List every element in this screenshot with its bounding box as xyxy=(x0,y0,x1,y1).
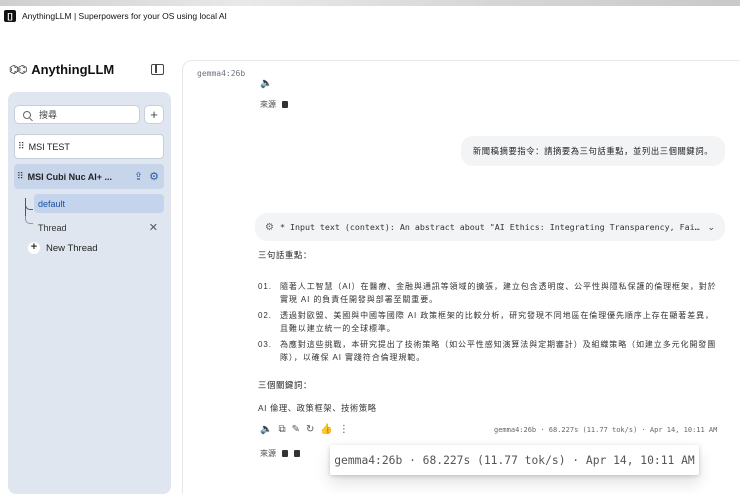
search-placeholder: 搜尋 xyxy=(39,110,58,120)
gear-icon[interactable]: ⚙ xyxy=(149,170,159,183)
tree-connector xyxy=(25,202,33,210)
workspace-label: MSI Cubi Nuc AI+ ... xyxy=(27,171,113,182)
chevron-down-icon[interactable]: ⌄ xyxy=(707,222,715,233)
speaker-icon[interactable]: 🔈 xyxy=(260,424,272,435)
new-thread-button[interactable]: + New Thread xyxy=(28,242,98,254)
sources-button[interactable]: 來源 xyxy=(260,448,300,459)
copy-icon[interactable]: ⧉ xyxy=(278,424,285,435)
thinking-toggle[interactable]: ⚙ * Input text (context): An abstract ab… xyxy=(255,213,725,241)
tree-connector xyxy=(25,216,33,224)
tooltip-text: gemma4:26b · 68.227s (11.77 tok/s) · Apr… xyxy=(334,453,695,467)
upload-icon[interactable]: ⇪ xyxy=(134,170,143,183)
list-number: 03. xyxy=(258,340,272,349)
workspace-label: MSI TEST xyxy=(28,141,70,152)
sidebar: ⌬⌬ AnythingLLM 搜尋 + ⠿ MSI TEST ⠿ MSI Cub… xyxy=(0,44,180,494)
meta-tooltip: gemma4:26b · 68.227s (11.77 tok/s) · Apr… xyxy=(330,445,699,475)
keywords-text: AI 倫理、政策框架、技術策略 xyxy=(258,403,377,413)
plus-icon: + xyxy=(28,242,40,254)
model-tag: gemma4:26b xyxy=(197,69,246,78)
logo-icon: ⌬⌬ xyxy=(9,64,27,76)
logo-text: AnythingLLM xyxy=(31,62,115,77)
message-actions: 🔈 ⧉ ✎ ↻ 👍 ⋮ xyxy=(260,424,355,435)
logo: ⌬⌬ AnythingLLM xyxy=(9,62,114,77)
document-icon xyxy=(282,101,288,108)
speaker-icon[interactable]: 🔈 xyxy=(260,78,272,89)
workspace-panel: 搜尋 + ⠿ MSI TEST ⠿ MSI Cubi Nuc AI+ ... ⇪… xyxy=(8,92,171,494)
response-meta: gemma4:26b · 68.227s (11.77 tok/s) · Apr… xyxy=(494,426,718,434)
regenerate-icon[interactable]: ↻ xyxy=(306,424,314,435)
summary-heading: 三句話重點： xyxy=(258,250,312,260)
thumbs-up-icon[interactable]: 👍 xyxy=(320,424,332,435)
search-icon xyxy=(23,110,31,119)
title-bar: [] AnythingLLM | Superpowers for your OS… xyxy=(0,6,740,26)
list-item: 03. 為應對這些挑戰，本研究提出了技術策略（如公平性感知演算法與定期審計）及組… xyxy=(258,338,718,364)
drag-handle-icon[interactable]: ⠿ xyxy=(17,171,24,182)
document-icon xyxy=(294,450,300,457)
list-text: 透過對歐盟、美國與中國等國際 AI 政策框架的比較分析，研究發現不同地區在倫理優… xyxy=(280,311,714,333)
thread-label: default xyxy=(38,198,66,209)
list-item: 01. 隨著人工智慧（AI）在醫療、金融與通訊等領域的擴張，建立包含透明度、公平… xyxy=(258,280,718,306)
user-message: 新聞稿摘要指令：請摘要為三句話重點，並列出三個關鍵詞。 xyxy=(461,136,725,166)
thread-item-default[interactable]: default xyxy=(34,194,164,213)
workspace-item-msi-test[interactable]: ⠿ MSI TEST xyxy=(14,134,164,159)
sources-label: 來源 xyxy=(260,449,276,458)
app-icon: [] xyxy=(4,10,16,22)
list-item: 02. 透過對歐盟、美國與中國等國際 AI 政策框架的比較分析，研究發現不同地區… xyxy=(258,309,718,335)
window-title: AnythingLLM | Superpowers for your OS us… xyxy=(22,11,227,21)
new-thread-label: New Thread xyxy=(46,242,98,254)
list-text: 隨著人工智慧（AI）在醫療、金融與通訊等領域的擴張，建立包含透明度、公平性與隱私… xyxy=(280,282,717,304)
close-icon[interactable]: ✕ xyxy=(149,221,158,234)
thread-item-thread[interactable]: Thread ✕ xyxy=(34,218,164,237)
list-number: 02. xyxy=(258,311,272,320)
sources-button[interactable]: 來源 xyxy=(260,99,288,110)
document-icon xyxy=(282,450,288,457)
list-number: 01. xyxy=(258,282,272,291)
drag-handle-icon[interactable]: ⠿ xyxy=(18,141,25,152)
keywords-heading: 三個關鍵詞： xyxy=(258,380,312,390)
sources-label: 來源 xyxy=(260,100,276,109)
more-icon[interactable]: ⋮ xyxy=(339,424,349,435)
list-text: 為應對這些挑戰，本研究提出了技術策略（如公平性感知演算法與定期審計）及組織策略（… xyxy=(280,340,717,362)
brain-icon: ⚙ xyxy=(265,221,274,233)
edit-icon[interactable]: ✎ xyxy=(292,424,300,435)
context-text: * Input text (context): An abstract abou… xyxy=(279,222,700,232)
new-workspace-button[interactable]: + xyxy=(144,105,164,124)
search-input[interactable]: 搜尋 xyxy=(14,105,140,124)
user-message-text: 新聞稿摘要指令：請摘要為三句話重點，並列出三個關鍵詞。 xyxy=(472,146,714,156)
thread-label: Thread xyxy=(38,222,67,233)
workspace-item-msi-cubi[interactable]: ⠿ MSI Cubi Nuc AI+ ... ⇪ ⚙ xyxy=(14,164,164,189)
sidebar-toggle-icon[interactable] xyxy=(151,64,164,75)
